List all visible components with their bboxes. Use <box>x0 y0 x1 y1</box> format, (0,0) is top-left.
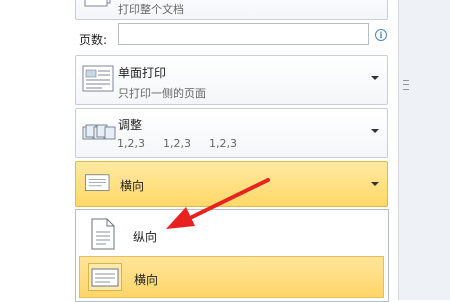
orientation-option-portrait[interactable]: 纵向 <box>79 213 384 255</box>
chevron-down-icon <box>371 76 379 80</box>
portrait-page-icon <box>91 218 115 250</box>
pages-input[interactable] <box>118 23 369 45</box>
orientation-option-landscape[interactable]: 横向 <box>79 256 384 298</box>
chevron-down-icon <box>371 129 379 133</box>
info-icon[interactable]: i <box>375 29 387 41</box>
document-stack-icon <box>84 0 111 7</box>
pages-label: 页数: <box>79 33 108 47</box>
orientation-option-label: 横向 <box>134 273 159 287</box>
scrollbar-grip-icon[interactable] <box>403 80 409 90</box>
collate-pages-icon <box>82 124 116 140</box>
landscape-page-icon <box>88 263 122 291</box>
print-range-dropdown[interactable]: 打印整个文档 <box>75 0 388 20</box>
collate-seq-1: 1,2,3 <box>117 137 145 150</box>
sides-dropdown[interactable]: 单面打印 只打印一侧的页面 <box>75 55 388 105</box>
collate-title: 调整 <box>118 118 143 132</box>
print-range-desc: 打印整个文档 <box>118 3 184 16</box>
chevron-down-icon <box>371 182 379 186</box>
orientation-option-label: 纵向 <box>133 230 158 244</box>
scrollbar[interactable] <box>398 0 450 300</box>
orientation-dropdown[interactable]: 横向 <box>75 161 388 207</box>
sides-desc: 只打印一侧的页面 <box>118 87 206 100</box>
orientation-selected-label: 横向 <box>120 179 145 193</box>
collate-seq-2: 1,2,3 <box>163 137 191 150</box>
landscape-page-icon <box>85 174 110 191</box>
collate-seq-3: 1,2,3 <box>209 137 237 150</box>
collate-dropdown[interactable]: 调整 1,2,3 1,2,3 1,2,3 <box>75 108 388 158</box>
orientation-options-list: 纵向 横向 <box>75 209 389 302</box>
single-sided-page-icon <box>82 65 114 92</box>
sides-title: 单面打印 <box>118 66 167 80</box>
print-settings-panel: 打印整个文档 页数: i 单面打印 只打印一侧的页面 调整 1,2,3 1,2,… <box>0 0 398 302</box>
